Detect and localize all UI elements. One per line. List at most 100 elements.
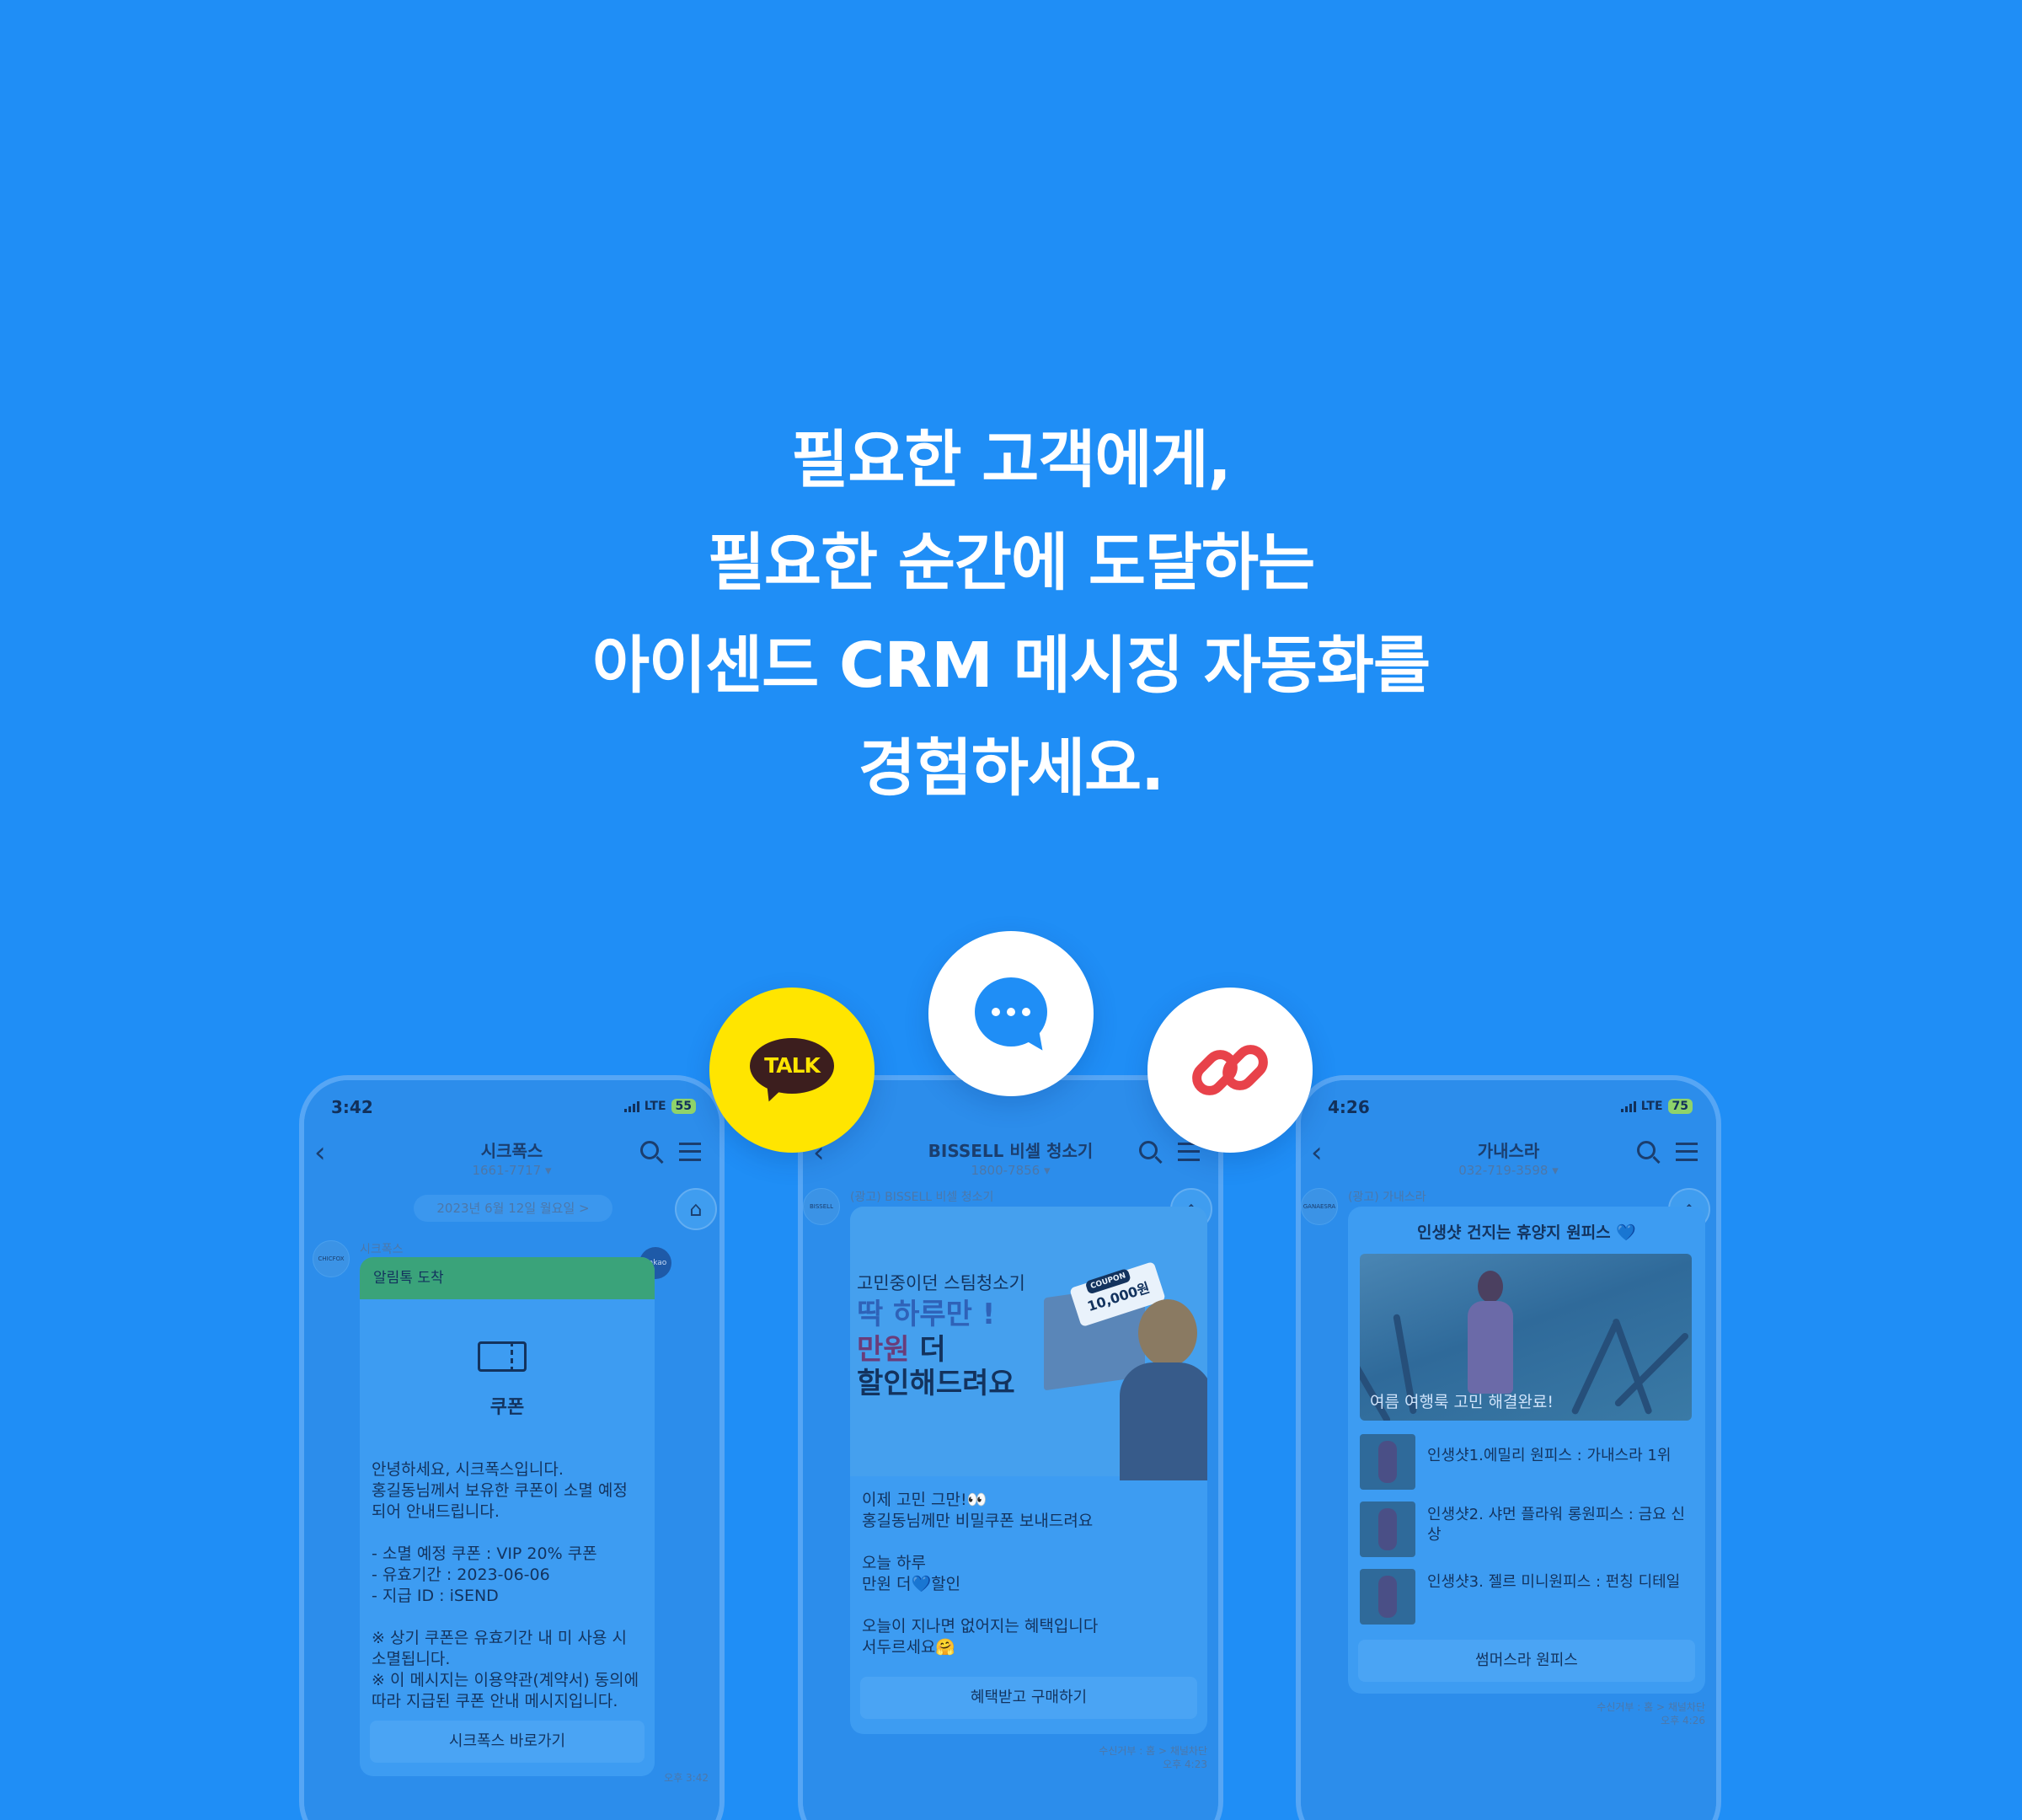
card-title: 인생샷 건지는 휴양지 원피스 💙	[1417, 1223, 1636, 1242]
chat-header: ‹ 시크폭스 1661-7717 ▾	[304, 1131, 719, 1190]
search-icon[interactable]	[1637, 1141, 1656, 1159]
product-name: 인생샷3. 젤르 미니원피스 : 펀칭 디테일	[1427, 1573, 1681, 1591]
ad-message-bubble: 고민중이던 스팀청소기 딱 하루만 ! 만원 더 할인해드려요 COUPON 1…	[850, 1207, 1207, 1734]
signal-icon	[1620, 1100, 1636, 1112]
battery-indicator: 75	[1667, 1099, 1693, 1114]
message-line: - 지급 ID : iSEND	[372, 1587, 499, 1605]
message-line: ※ 이 메시지는 이용약관(계약서) 동의에	[372, 1671, 639, 1689]
chain-link-icon	[1192, 1045, 1268, 1095]
message-line: - 유효기간 : 2023-06-06	[372, 1566, 550, 1584]
message-line: 오늘 하루	[862, 1554, 926, 1572]
get-benefit-button[interactable]: 혜택받고 구매하기	[860, 1677, 1197, 1719]
signal-icon	[623, 1100, 639, 1112]
channel-avatar: CHICFOX	[313, 1240, 350, 1277]
talk-bubble: TALK	[750, 1038, 834, 1094]
channel-avatar: GANAESRA	[1301, 1188, 1338, 1225]
network-label: LTE	[644, 1100, 666, 1113]
menu-icon[interactable]	[679, 1143, 701, 1161]
home-icon[interactable]: ⌂	[675, 1188, 717, 1230]
message-line: 소멸됩니다.	[372, 1650, 451, 1668]
phone-screen: 3:42 LTE 55 ‹ 시크폭스 1661-7717 ▾ 2023년 6월 …	[304, 1080, 719, 1820]
message-bubble-icon	[928, 931, 1094, 1096]
status-bar: 4:26 LTE 75	[1328, 1097, 1693, 1122]
network-label: LTE	[1640, 1100, 1663, 1113]
channel-avatar: BISSELL	[803, 1188, 840, 1225]
headline-line-1: 필요한 고객에게,	[791, 424, 1231, 496]
phone-screen: ‹ BISSELL 비셀 청소기 1800-7856 ▾ ⌂ BISSELL (…	[803, 1080, 1218, 1820]
battery-indicator: 55	[671, 1099, 696, 1114]
sender-name: (광고) 가내스라	[1348, 1191, 1426, 1204]
message-line: - 소멸 예정 쿠폰 : VIP 20% 쿠폰	[372, 1544, 597, 1563]
kakaotalk-icon: TALK	[709, 988, 875, 1153]
phone-mockup-friendtalk: ‹ BISSELL 비셀 청소기 1800-7856 ▾ ⌂ BISSELL (…	[798, 1075, 1223, 1820]
list-message-bubble: 인생샷 건지는 휴양지 원피스 💙 여름 여행룩 고민 해결완료! 인생샷1.에…	[1348, 1207, 1705, 1694]
sender-name: (광고) BISSELL 비셀 청소기	[850, 1191, 994, 1204]
message-time: 오후 4:23	[1163, 1758, 1207, 1770]
message-line: ※ 상기 쿠폰은 유효기간 내 미 사용 시	[372, 1629, 627, 1647]
coupon-title: 쿠폰	[489, 1397, 525, 1418]
shop-link-button[interactable]: 시크폭스 바로가기	[370, 1721, 645, 1763]
list-item[interactable]: 인생샷1.에밀리 원피스 : 가내스라 1위	[1360, 1434, 1693, 1493]
headline-line-4: 경험하세요.	[858, 732, 1165, 805]
message-line: 이제 고민 그만!👀	[862, 1491, 987, 1509]
message-line: 홍길동님께서 보유한 쿠폰이 소멸 예정	[372, 1481, 628, 1500]
message-line	[372, 1523, 646, 1544]
search-icon[interactable]	[1139, 1141, 1158, 1159]
phone-screen: 4:26 LTE 75 ‹ 가내스라 032-719-3598 ▾ ⌂ GANA…	[1301, 1080, 1716, 1820]
headline-line-3: 아이센드 CRM 메시징 자동화를	[591, 629, 1431, 702]
message-footer: 수신거부 : 홈 > 채널차단 오후 4:26	[1520, 1700, 1705, 1727]
message-body: 이제 고민 그만!👀 홍길동님께만 비밀쿠폰 보내드려요 오늘 하루 만원 더💙…	[862, 1490, 1199, 1658]
date-pill[interactable]: 2023년 6월 12일 월요일 >	[414, 1195, 612, 1222]
product-thumbnail	[1360, 1502, 1415, 1557]
product-name: 인생샷2. 샤먼 플라워 롱원피스 : 금요 신상	[1427, 1506, 1685, 1544]
chat-header: ‹ BISSELL 비셀 청소기 1800-7856 ▾	[803, 1131, 1218, 1190]
unsubscribe-note: 수신거부 : 홈 > 채널차단	[1597, 1701, 1705, 1713]
message-line: 만원 더💙할인	[862, 1575, 961, 1593]
channel-phone[interactable]: 1661-7717 ▾	[304, 1163, 719, 1178]
search-icon[interactable]	[640, 1141, 659, 1159]
headline: 필요한 고객에게, 필요한 순간에 도달하는 아이센드 CRM 메시징 자동화를…	[0, 409, 2022, 820]
message-line: 홍길동님께만 비밀쿠폰 보내드려요	[862, 1512, 1094, 1530]
link-icon	[1147, 988, 1313, 1153]
list-item[interactable]: 인생샷2. 샤먼 플라워 롱원피스 : 금요 신상	[1360, 1502, 1693, 1560]
message-body: 안녕하세요, 시크폭스입니다. 홍길동님께서 보유한 쿠폰이 소멸 예정 되어 …	[372, 1459, 646, 1712]
menu-icon[interactable]	[1676, 1143, 1698, 1161]
model-photo	[1120, 1299, 1207, 1480]
status-bar: 3:42 LTE 55	[331, 1097, 696, 1122]
message-bubble	[975, 977, 1047, 1046]
product-thumbnail	[1360, 1434, 1415, 1490]
status-time: 4:26	[1328, 1097, 1370, 1117]
message-line	[862, 1595, 1199, 1616]
message-line: 따라 지급된 쿠폰 안내 메시지입니다.	[372, 1692, 618, 1710]
ad-banner-line-4: 할인해드려요	[857, 1367, 1015, 1400]
headline-line-2: 필요한 순간에 도달하는	[707, 527, 1315, 599]
hero-photo[interactable]: 여름 여행룩 고민 해결완료!	[1360, 1254, 1692, 1421]
message-line: 오늘이 지나면 없어지는 혜택입니다	[862, 1617, 1099, 1635]
channel-phone[interactable]: 032-719-3598 ▾	[1301, 1163, 1716, 1178]
message-time: 오후 3:42	[664, 1772, 709, 1784]
phone-mockup-kakao: 3:42 LTE 55 ‹ 시크폭스 1661-7717 ▾ 2023년 6월 …	[299, 1075, 725, 1820]
message-line	[372, 1607, 646, 1628]
status-time: 3:42	[331, 1097, 373, 1117]
summer-onepiece-button[interactable]: 썸머스라 원피스	[1358, 1640, 1695, 1682]
status-bar	[830, 1097, 1195, 1122]
ad-banner-image[interactable]: 고민중이던 스팀청소기 딱 하루만 ! 만원 더 할인해드려요 COUPON 1…	[850, 1207, 1207, 1480]
list-item[interactable]: 인생샷3. 젤르 미니원피스 : 펀칭 디테일	[1360, 1569, 1693, 1628]
alimtalk-header: 알림톡 도착	[360, 1257, 655, 1299]
phone-mockup-brandmessage: 4:26 LTE 75 ‹ 가내스라 032-719-3598 ▾ ⌂ GANA…	[1296, 1075, 1721, 1820]
message-line: 안녕하세요, 시크폭스입니다.	[372, 1460, 564, 1479]
message-time: 오후 4:26	[1661, 1715, 1705, 1726]
message-line: 서두르세요🤗	[862, 1638, 956, 1657]
alimtalk-bubble: 알림톡 도착 쿠폰 안녕하세요, 시크폭스입니다. 홍길동님께서 보유한 쿠폰이…	[360, 1257, 655, 1776]
message-footer: 수신거부 : 홈 > 채널차단 오후 4:23	[1022, 1744, 1207, 1771]
sender-name: 시크폭스	[360, 1243, 404, 1256]
product-thumbnail	[1360, 1569, 1415, 1625]
message-line: 되어 안내드립니다.	[372, 1502, 500, 1521]
message-line	[862, 1532, 1199, 1553]
coupon-icon	[478, 1341, 527, 1372]
chat-header: ‹ 가내스라 032-719-3598 ▾	[1301, 1131, 1716, 1190]
photo-caption: 여름 여행룩 고민 해결완료!	[1370, 1393, 1554, 1411]
channel-phone[interactable]: 1800-7856 ▾	[803, 1163, 1218, 1178]
unsubscribe-note: 수신거부 : 홈 > 채널차단	[1099, 1745, 1207, 1757]
product-name: 인생샷1.에밀리 원피스 : 가내스라 1위	[1427, 1447, 1672, 1464]
